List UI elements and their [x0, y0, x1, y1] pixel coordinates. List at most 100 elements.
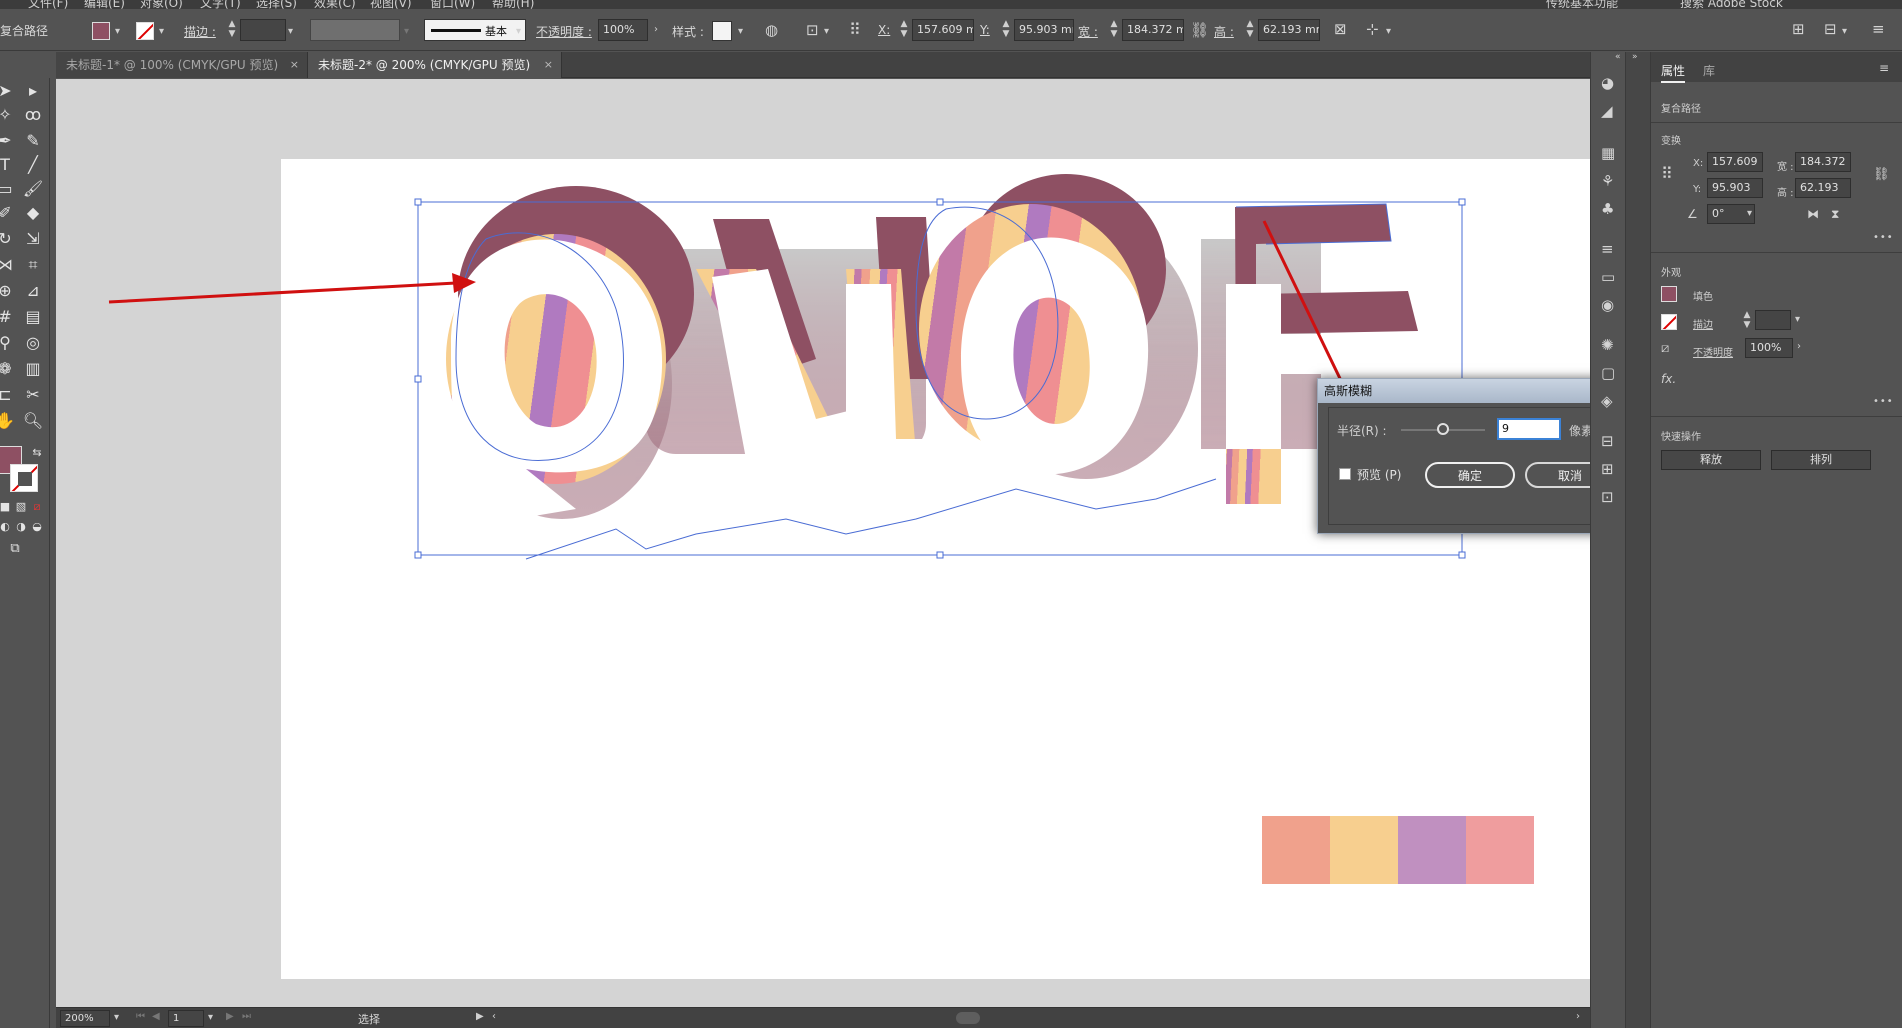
props-opacity-field[interactable]: 100% — [1745, 338, 1793, 358]
selection-tool-icon[interactable]: ➤ — [0, 80, 16, 102]
stroke-dropdown-icon[interactable]: ▾ — [159, 26, 164, 37]
props-stroke-swatch[interactable] — [1661, 314, 1677, 330]
zoom-field[interactable]: 200% — [60, 1010, 110, 1027]
graphic-style-swatch[interactable] — [712, 21, 732, 41]
draw-inside-icon[interactable]: ◒ — [26, 516, 48, 538]
line-tool-icon[interactable]: ╱ — [22, 154, 44, 176]
props-w-field[interactable]: 184.372 — [1795, 152, 1851, 172]
horizontal-scroll-thumb[interactable] — [956, 1012, 980, 1024]
direct-selection-tool-icon[interactable]: ▸ — [22, 80, 44, 102]
pathfinder-icon[interactable]: ⊞ — [1601, 462, 1614, 477]
color-guide-icon[interactable]: ◕ — [1601, 76, 1614, 91]
brushes-icon[interactable]: ⚘ — [1601, 174, 1614, 189]
artboard-tool-icon[interactable]: ⊏ — [0, 384, 16, 406]
opacity-field[interactable]: 100% — [598, 19, 648, 41]
transform-more-icon[interactable]: ••• — [1873, 232, 1894, 243]
panel-options-icon[interactable]: ≡ — [1879, 62, 1889, 74]
opacity-label[interactable]: 不透明度 : — [536, 23, 592, 40]
rotate-tool-icon[interactable]: ↻ — [0, 228, 16, 250]
menu-edit[interactable]: 编辑(E) — [84, 0, 125, 9]
canvas[interactable] — [56, 79, 1613, 1007]
align-panel-icon[interactable]: ⊟ — [1601, 434, 1614, 449]
workspace-switcher[interactable]: 传统基本功能 — [1546, 0, 1618, 9]
props-stroke-dropdown-icon[interactable]: ▾ — [1795, 314, 1800, 325]
close-icon[interactable]: × — [544, 52, 553, 78]
align-to-icon[interactable]: ⊡ — [806, 23, 819, 38]
w-field[interactable]: 184.372 m — [1122, 19, 1184, 41]
layers-icon[interactable]: ◈ — [1601, 394, 1613, 409]
reference-point-icon[interactable]: ⠿ — [1661, 166, 1673, 182]
slice-tool-icon[interactable]: ✂ — [22, 384, 44, 406]
stroke-swatch[interactable] — [136, 22, 154, 40]
recolor-artwork-icon[interactable]: ◍ — [765, 23, 778, 38]
mesh-tool-icon[interactable]: # — [0, 306, 16, 328]
props-opacity-arrow-icon[interactable]: › — [1797, 341, 1801, 352]
brush-definition[interactable]: 基本 — [424, 19, 526, 41]
angle-dropdown-icon[interactable]: ▾ — [1747, 208, 1752, 219]
hand-tool-icon[interactable]: ✋ — [0, 410, 16, 432]
paintbrush-tool-icon[interactable]: 🖌 — [22, 178, 44, 200]
release-button[interactable]: 释放 — [1661, 450, 1761, 470]
zoom-tool-icon[interactable]: 🔍︎ — [22, 410, 44, 432]
props-x-field[interactable]: 157.609 — [1707, 152, 1763, 172]
shape-options-icon[interactable]: ⊹ — [1366, 22, 1379, 37]
none-icon[interactable]: ⧄ — [26, 496, 48, 518]
scroll-left-icon[interactable]: ‹ — [492, 1011, 496, 1022]
properties-icon[interactable]: ◢ — [1601, 104, 1613, 119]
blend-tool-icon[interactable]: ◎ — [22, 332, 44, 354]
collapse-dock-icon[interactable]: « — [1615, 52, 1621, 62]
fill-swatch[interactable] — [92, 22, 110, 40]
rectangle-tool-icon[interactable]: ▭ — [0, 178, 16, 200]
shape-options-dropdown-icon[interactable]: ▾ — [1386, 26, 1391, 37]
pen-tool-icon[interactable]: ✒ — [0, 130, 16, 152]
tab-document-1[interactable]: 未标题-1* @ 100% (CMYK/GPU 预览) × — [56, 52, 308, 78]
menu-type[interactable]: 文字(T) — [200, 0, 241, 9]
style-dropdown-icon[interactable]: ▾ — [738, 26, 743, 37]
w-stepper-icon[interactable]: ▲ ▼ — [1108, 19, 1120, 41]
scroll-right-icon[interactable]: › — [1576, 1011, 1580, 1022]
transform-panel-icon[interactable]: ⊡ — [1601, 490, 1614, 505]
y-field[interactable]: 95.903 mm — [1014, 19, 1074, 41]
fill-dropdown-icon[interactable]: ▾ — [115, 26, 120, 37]
constrain-proportions-icon[interactable]: ⛓ — [1190, 23, 1209, 38]
stroke-stepper-icon[interactable]: ▲ ▼ — [226, 19, 238, 41]
preview-label[interactable]: 预览 (P) — [1357, 466, 1401, 483]
fx-icon[interactable]: fx. — [1661, 372, 1676, 386]
transparency-panel-icon[interactable]: ◉ — [1601, 298, 1614, 313]
x-stepper-icon[interactable]: ▲ ▼ — [898, 19, 910, 41]
artwork-3d-text[interactable] — [56, 79, 1590, 1007]
workspace-dropdown-icon[interactable]: ▾ — [1842, 26, 1847, 37]
last-artboard-icon[interactable]: ⏭ — [242, 1011, 251, 1022]
symbols-icon[interactable]: ♣ — [1601, 202, 1614, 217]
appearance-panel-icon[interactable]: ✺ — [1601, 338, 1614, 353]
reference-point-icon[interactable]: ⠿ — [849, 22, 861, 38]
appearance-more-icon[interactable]: ••• — [1873, 396, 1894, 407]
props-opacity-label[interactable]: 不透明度 — [1693, 344, 1733, 359]
first-artboard-icon[interactable]: ⏮ — [136, 1011, 145, 1022]
props-stroke-label[interactable]: 描边 — [1693, 316, 1713, 331]
eyedropper-tool-icon[interactable]: ⚲ — [0, 332, 16, 354]
tab-properties[interactable]: 属性 — [1661, 62, 1686, 83]
status-menu-icon[interactable]: ▶ — [476, 1011, 484, 1022]
menu-window[interactable]: 窗口(W) — [430, 0, 475, 9]
width-tool-icon[interactable]: ⋈ — [0, 254, 16, 276]
variable-width-profile[interactable] — [310, 19, 400, 41]
swatches-icon[interactable]: ▦ — [1601, 146, 1615, 161]
graph-tool-icon[interactable]: ▥ — [22, 358, 44, 380]
scale-tool-icon[interactable]: ⇲ — [22, 228, 44, 250]
x-field[interactable]: 157.609 m — [912, 19, 974, 41]
close-icon[interactable]: × — [290, 52, 299, 78]
props-stroke-weight-field[interactable] — [1755, 310, 1791, 330]
shaper-tool-icon[interactable]: ✐ — [0, 202, 16, 224]
radius-input[interactable]: 9 — [1497, 418, 1561, 440]
brush-dropdown-icon[interactable]: ▾ — [516, 26, 521, 37]
flip-horizontal-icon[interactable]: ⧓ — [1807, 208, 1819, 220]
radius-slider-thumb[interactable] — [1437, 423, 1449, 435]
props-fill-swatch[interactable] — [1661, 286, 1677, 302]
stroke-weight-dropdown-icon[interactable]: ▾ — [288, 26, 293, 37]
menu-effect[interactable]: 效果(C) — [314, 0, 356, 9]
prev-artboard-icon[interactable]: ◀ — [152, 1011, 160, 1022]
stroke-weight-field[interactable] — [240, 19, 286, 41]
menu-view[interactable]: 视图(V) — [370, 0, 412, 9]
lasso-tool-icon[interactable]: ꝏ — [22, 104, 44, 126]
